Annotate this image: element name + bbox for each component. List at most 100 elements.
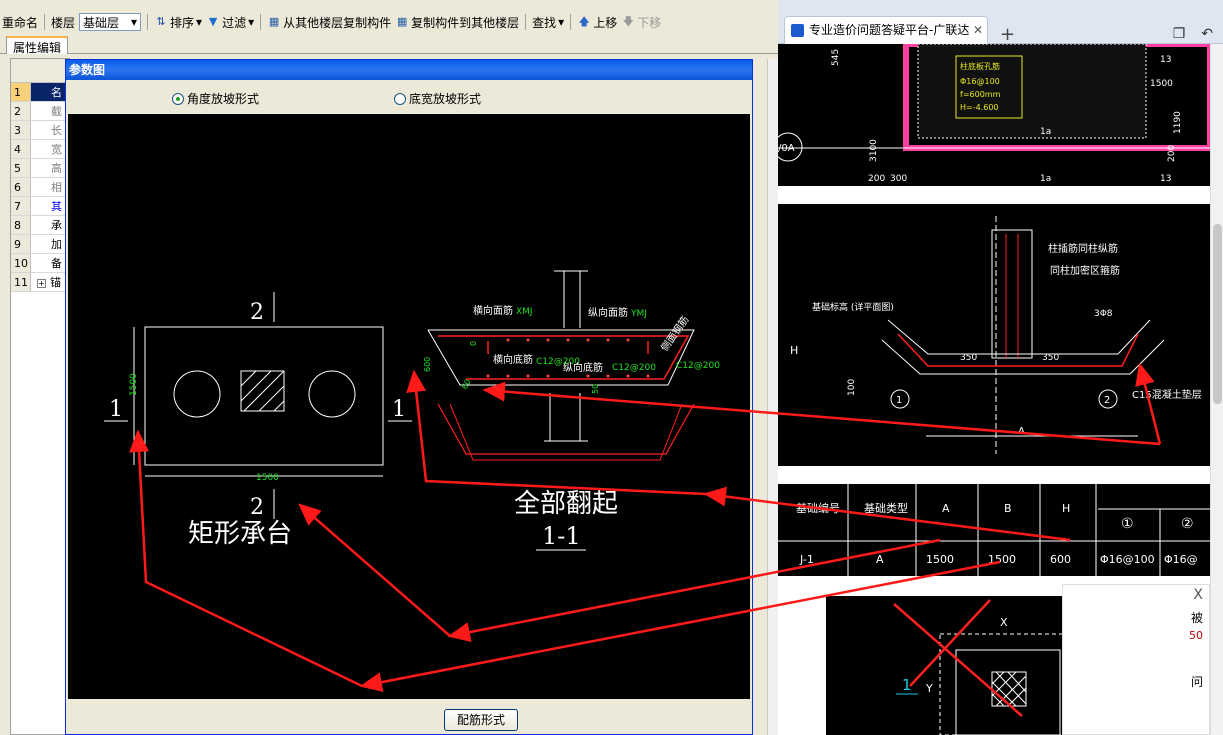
browser-tab-active[interactable]: 专业造价问题答疑平台-广联达 ✕	[784, 16, 988, 44]
tab-property-edit[interactable]: 属性编辑	[6, 36, 69, 55]
row-number: 1	[11, 83, 31, 101]
table-row[interactable]: 4宽	[11, 140, 69, 159]
dim-1190: 1190	[1173, 111, 1183, 134]
radio-angle-label: 角度放坡形式	[187, 92, 260, 106]
find-button[interactable]: 查找 ▾	[532, 14, 564, 31]
chevron-down-icon: ▾	[558, 15, 565, 29]
svg-text:f=600mm: f=600mm	[960, 90, 1001, 99]
row-number: 10	[11, 254, 31, 272]
dialog-title: 参数图	[66, 60, 752, 80]
label-h-top-code: XMJ	[516, 307, 533, 317]
label-foundation-elev: 基础标高 (详平面图)	[812, 301, 894, 313]
label-a: A	[1018, 426, 1025, 437]
label-13-top: 13	[1160, 55, 1171, 65]
radio-angle-slope[interactable]: 角度放坡形式	[172, 90, 259, 107]
label-col-stirrup: 同柱加密区箍筋	[1050, 264, 1120, 277]
browser-window: 专业造价问题答疑平台-广联达 ✕ + ❐ ↶ 柱底板孔筋 Φ16@100 f=6…	[778, 0, 1223, 735]
pile-circle-right	[308, 370, 356, 418]
section-label-2-top: 2	[250, 300, 264, 325]
property-name-cell[interactable]: 承	[31, 216, 69, 234]
copy-from-icon: ▦	[268, 15, 280, 28]
scrollbar-thumb[interactable]	[1213, 224, 1222, 404]
undo-icon[interactable]: ↶	[1201, 26, 1213, 42]
property-name-cell[interactable]: + 锚	[31, 273, 69, 291]
svg-text:J-1: J-1	[799, 553, 814, 566]
sort-button[interactable]: ⇅ 排序 ▾	[154, 14, 202, 31]
rebar-form-button[interactable]: 配筋形式	[444, 709, 518, 731]
property-name-cell[interactable]: 名	[31, 83, 69, 101]
table-row[interactable]: 8承	[11, 216, 69, 235]
new-tab-button[interactable]: +	[1000, 24, 1015, 45]
row-number: 8	[11, 216, 31, 234]
parameter-diagram-dialog: 参数图 角度放坡形式 底宽放坡形式 1500 1500 2 2 1 1 矩形承台…	[65, 59, 753, 735]
expand-icon[interactable]: +	[37, 279, 46, 288]
filter-button[interactable]: ▼ 过滤 ▾	[206, 14, 254, 31]
close-icon[interactable]: X	[1193, 587, 1203, 603]
row-number: 6	[11, 178, 31, 196]
label-v-bot: 纵向底筋	[563, 361, 603, 374]
dim-300: 300	[890, 174, 907, 184]
arrow-up-icon: 🡅	[578, 15, 590, 28]
table-row[interactable]: 6相	[11, 178, 69, 197]
dim-50: 50	[591, 384, 600, 394]
copy-to-label: 复制构件到其他楼层	[411, 15, 520, 30]
svg-text:1500: 1500	[988, 553, 1016, 566]
close-icon[interactable]: ✕	[973, 17, 983, 43]
find-label: 查找	[532, 15, 557, 30]
label-v-top: 纵向面筋	[588, 306, 628, 319]
label-side-rebar: 侧面钢筋	[658, 313, 692, 353]
table-row[interactable]: 1名	[11, 83, 69, 102]
property-name-cell[interactable]: 宽	[31, 140, 69, 158]
diagram-canvas: 1500 1500 2 2 1 1 矩形承台 横向面筋 XMJ 纵向面筋 YMJ…	[68, 114, 750, 699]
svg-text:基础类型: 基础类型	[864, 501, 908, 515]
cad-image-section	[778, 204, 1210, 466]
property-name-cell[interactable]: 加	[31, 235, 69, 253]
window-restore-icon[interactable]: ❐	[1173, 26, 1186, 42]
site-favicon-icon	[791, 24, 804, 37]
browser-vertical-scrollbar[interactable]	[1210, 44, 1223, 735]
property-name-cell[interactable]: 相	[31, 178, 69, 196]
property-name-cell[interactable]: 长	[31, 121, 69, 139]
hatch-lines	[240, 370, 285, 412]
dim-1500-horizontal: 1500	[256, 473, 279, 483]
table-row[interactable]: 2截	[11, 102, 69, 121]
dim-200: 200	[868, 174, 885, 184]
label-13-bottom: 13	[1160, 174, 1171, 184]
rename-button[interactable]: 重命名	[2, 14, 38, 31]
label-3phi8: 3Φ8	[1094, 309, 1113, 319]
dotted-area	[917, 44, 1147, 139]
toolbar-separator	[570, 14, 572, 30]
excavation-outer-line	[449, 403, 683, 461]
browser-controls: ❐ ↶	[1173, 26, 1213, 42]
radio-width-slope[interactable]: 底宽放坡形式	[394, 90, 481, 107]
section-label-1-left: 1	[109, 397, 123, 422]
chevron-down-icon: ▾	[196, 15, 203, 29]
property-name-cell[interactable]: 高	[31, 159, 69, 177]
toolbar-separator	[147, 14, 149, 30]
pile-circle-left	[173, 370, 221, 418]
popup-text-1: 被	[1191, 611, 1204, 625]
caption-rect-cap: 矩形承台	[188, 519, 292, 549]
move-down-button[interactable]: 🡇 下移	[621, 14, 662, 31]
pile-cap-outline	[144, 326, 384, 466]
table-row[interactable]: 11 + 锚	[11, 273, 69, 292]
property-name-cell[interactable]: 其	[31, 197, 69, 215]
table-row[interactable]: 10 备	[11, 254, 69, 273]
excavation-line	[437, 403, 695, 455]
popup-text-3: 问	[1191, 675, 1204, 689]
floor-select[interactable]: 基础层 ▾	[79, 13, 142, 31]
move-up-button[interactable]: 🡅 上移	[577, 14, 618, 31]
table-row[interactable]: 5高	[11, 159, 69, 178]
property-name-cell[interactable]: 备	[31, 254, 69, 272]
floor-select-value: 基础层	[83, 15, 120, 30]
app-vertical-scrollbar[interactable]	[767, 59, 778, 735]
property-name-cell[interactable]: 截	[31, 102, 69, 120]
row-number: 2	[11, 102, 31, 120]
copy-to-floor-button[interactable]: ▦ 复制构件到其他楼层	[395, 14, 519, 31]
table-row[interactable]: 9加	[11, 235, 69, 254]
table-row[interactable]: 3长	[11, 121, 69, 140]
copy-from-floor-button[interactable]: ▦ 从其他楼层复制构件	[267, 14, 391, 31]
svg-text:①: ①	[1121, 516, 1134, 532]
table-row[interactable]: 7其	[11, 197, 69, 216]
svg-text:H=-4.600: H=-4.600	[960, 103, 999, 112]
